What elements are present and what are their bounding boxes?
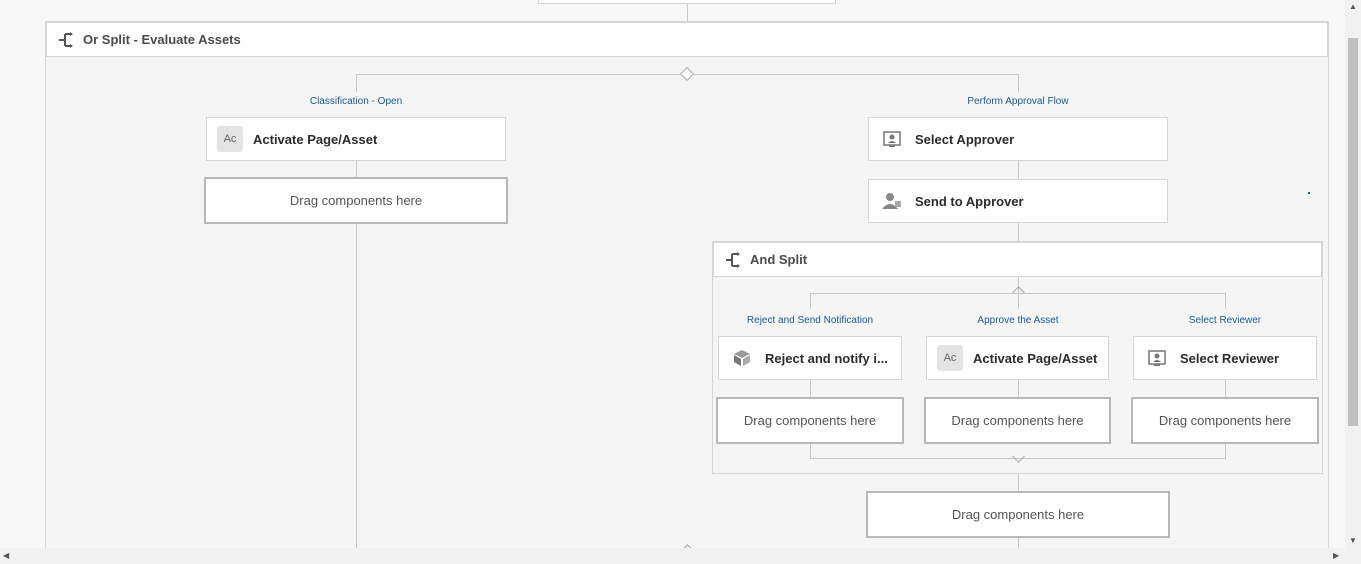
connector bbox=[1018, 74, 1019, 92]
scrollbar-thumb[interactable] bbox=[1348, 38, 1358, 426]
connector bbox=[1018, 223, 1019, 242]
dot bbox=[1308, 192, 1310, 194]
step-activate-page-asset[interactable]: Ac Activate Page/Asset bbox=[206, 117, 506, 161]
vertical-scrollbar[interactable]: ▲ ▼ bbox=[1345, 0, 1361, 548]
drop-zone[interactable]: Drag components here bbox=[1131, 397, 1319, 444]
connector bbox=[1018, 380, 1019, 397]
drop-zone[interactable]: Drag components here bbox=[924, 397, 1111, 444]
or-split-header[interactable]: Or Split - Evaluate Assets bbox=[46, 22, 1328, 57]
scroll-down-icon[interactable]: ▼ bbox=[1349, 536, 1357, 545]
connector bbox=[1018, 161, 1019, 179]
drop-zone[interactable]: Drag components here bbox=[716, 397, 904, 444]
branch-label-select-reviewer[interactable]: Select Reviewer bbox=[1189, 315, 1261, 326]
user-select-icon bbox=[1144, 345, 1170, 371]
split-icon bbox=[59, 31, 73, 48]
package-icon bbox=[729, 345, 755, 371]
connector bbox=[1225, 380, 1226, 397]
connector bbox=[810, 293, 811, 309]
connector bbox=[356, 74, 357, 92]
connector bbox=[356, 161, 357, 178]
drop-zone[interactable]: Drag components here bbox=[204, 177, 508, 224]
step-send-to-approver[interactable]: Send to Approver bbox=[868, 179, 1168, 223]
connector bbox=[1225, 293, 1226, 309]
connector bbox=[810, 380, 811, 397]
activate-icon: Ac bbox=[217, 126, 243, 152]
connector bbox=[1018, 474, 1019, 491]
scroll-up-icon[interactable]: ▲ bbox=[1349, 2, 1357, 11]
user-select-icon bbox=[879, 126, 905, 152]
scroll-right-icon[interactable]: ▶ bbox=[1333, 551, 1339, 560]
split-icon bbox=[726, 251, 740, 268]
step-activate-page-asset[interactable]: Ac Activate Page/Asset bbox=[926, 336, 1109, 380]
connector bbox=[687, 4, 688, 22]
step-select-reviewer[interactable]: Select Reviewer bbox=[1133, 336, 1317, 380]
step-select-approver[interactable]: Select Approver bbox=[868, 117, 1168, 161]
and-split-title: And Split bbox=[750, 252, 808, 267]
branch-label-classification-open[interactable]: Classification - Open bbox=[310, 96, 402, 107]
branch-label-reject[interactable]: Reject and Send Notification bbox=[747, 315, 873, 326]
drop-zone[interactable]: Drag components here bbox=[866, 491, 1170, 538]
activate-icon: Ac bbox=[937, 345, 963, 371]
horizontal-scrollbar[interactable]: ◀ ▶ bbox=[0, 548, 1361, 564]
connector bbox=[810, 444, 811, 458]
or-split-title: Or Split - Evaluate Assets bbox=[83, 32, 241, 47]
and-split-header[interactable]: And Split bbox=[713, 242, 1322, 277]
branch-label-perform-approval-flow[interactable]: Perform Approval Flow bbox=[967, 96, 1068, 107]
scroll-left-icon[interactable]: ◀ bbox=[3, 551, 9, 560]
step-reject-and-notify[interactable]: Reject and notify i... bbox=[718, 336, 902, 380]
branch-label-approve[interactable]: Approve the Asset bbox=[977, 315, 1058, 326]
person-icon bbox=[879, 188, 905, 214]
connector bbox=[356, 224, 357, 550]
connector bbox=[1225, 444, 1226, 458]
